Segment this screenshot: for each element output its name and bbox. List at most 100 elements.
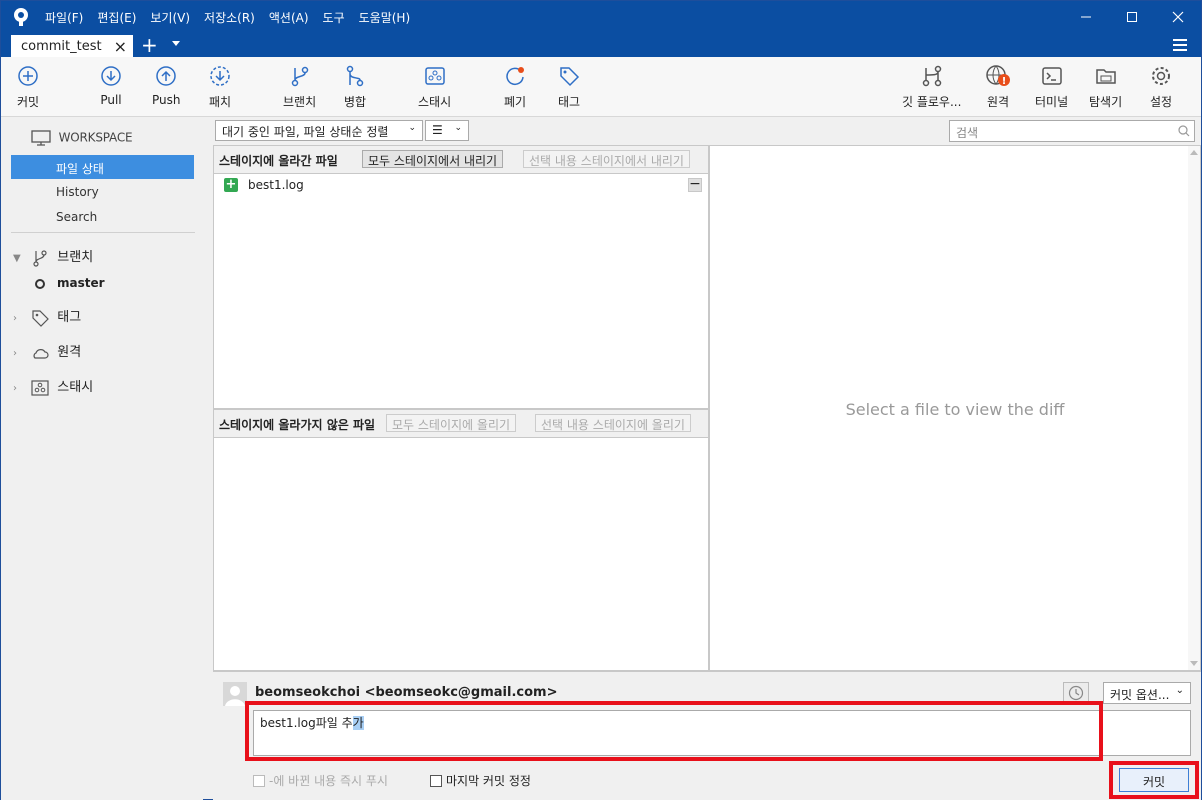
filter-bar: 대기 중인 파일, 파일 상태순 정렬 ⌄ ☰ ⌄ 검색 — [213, 117, 1201, 145]
chevron-down-icon: ⌄ — [1175, 685, 1184, 696]
stage-all-button[interactable]: 모두 스테이지에 올리기 — [386, 414, 517, 432]
staged-file-row[interactable]: + best1.log − — [214, 174, 708, 196]
tag-icon — [32, 309, 49, 327]
explorer-label: 탐색기 — [1089, 95, 1123, 109]
scroll-up-icon[interactable] — [1190, 150, 1198, 155]
commit-toolbar-button[interactable]: 커밋 — [17, 65, 39, 110]
diff-placeholder: Select a file to view the diff — [845, 400, 1065, 419]
new-tab-button[interactable]: + — [141, 33, 158, 57]
diff-scrollbar[interactable] — [1188, 146, 1200, 670]
tag-icon — [560, 67, 580, 87]
menu-repository[interactable]: 저장소(R) — [204, 9, 255, 26]
close-icon — [1172, 11, 1184, 23]
explorer-button[interactable]: 탐색기 — [1089, 65, 1122, 110]
file-name: best1.log — [248, 178, 304, 192]
menu-help[interactable]: 도움말(H) — [359, 9, 411, 26]
gear-icon — [1152, 67, 1171, 85]
close-tab-icon[interactable]: × — [114, 37, 127, 56]
chevron-down-icon: ⌄ — [454, 123, 462, 133]
commit-icon — [18, 66, 38, 86]
terminal-button[interactable]: 터미널 — [1035, 65, 1068, 110]
tag-label: 태그 — [558, 95, 581, 109]
sourcetree-window: 파일(F) 편집(E) 보기(V) 저장소(R) 액션(A) 도구 도움말(H)… — [0, 0, 1202, 800]
maximize-button[interactable] — [1109, 1, 1155, 33]
scroll-down-icon[interactable] — [1190, 661, 1198, 666]
tab-bar: commit_test × + — [1, 33, 1201, 57]
menu-actions[interactable]: 액션(A) — [269, 9, 309, 26]
remote-button[interactable]: ! 원격 — [985, 65, 1011, 110]
minimize-icon — [1081, 16, 1091, 18]
commit-options-dropdown[interactable]: 커밋 옵션... ⌄ — [1103, 682, 1191, 704]
tags-label: 태그 — [57, 310, 82, 325]
amend-checkbox[interactable]: 마지막 커밋 정정 — [430, 772, 531, 789]
sidebar-group-branches[interactable]: ▼ 브랜치 — [13, 246, 93, 267]
folder-icon — [1095, 69, 1116, 84]
menu-file[interactable]: 파일(F) — [45, 9, 83, 26]
settings-label: 설정 — [1150, 95, 1173, 109]
unstage-all-button[interactable]: 모두 스테이지에서 내리기 — [362, 150, 504, 168]
unstaged-files-header: 스테이지에 올라가지 않은 파일 모두 스테이지에 올리기 선택 내용 스테이지… — [214, 410, 708, 438]
unstage-selected-button[interactable]: 선택 내용 스테이지에서 내리기 — [523, 150, 690, 168]
minimize-button[interactable] — [1063, 1, 1109, 33]
stash-button[interactable]: 스태시 — [418, 65, 451, 110]
sidebar-group-tags[interactable]: › 태그 — [13, 306, 81, 327]
commit-toolbar-label: 커밋 — [17, 95, 40, 109]
menu-view[interactable]: 보기(V) — [150, 9, 190, 26]
search-placeholder: 검색 — [956, 126, 979, 140]
list-view-icon: ☰ — [432, 123, 443, 137]
highlight-box-commit — [1109, 761, 1199, 799]
workspace-label: WORKSPACE — [58, 130, 133, 145]
close-window-button[interactable] — [1155, 1, 1201, 33]
push-icon — [156, 66, 176, 86]
fetch-label: 패치 — [209, 95, 232, 109]
branch-label: 브랜치 — [283, 95, 317, 109]
menu-edit[interactable]: 편집(E) — [97, 9, 136, 26]
unstaged-files-panel: 스테이지에 올라가지 않은 파일 모두 스테이지에 올리기 선택 내용 스테이지… — [213, 409, 709, 671]
stage-selected-button[interactable]: 선택 내용 스테이지에 올리기 — [535, 414, 691, 432]
gitflow-button[interactable]: 깃 플로우... — [902, 65, 961, 110]
chevron-right-icon: › — [13, 313, 17, 324]
tag-button[interactable]: 태그 — [558, 65, 580, 110]
clock-icon — [1068, 685, 1084, 701]
branch-button[interactable]: 브랜치 — [283, 65, 316, 110]
user-avatar-icon — [225, 686, 245, 706]
sidebar-item-search[interactable]: Search — [11, 205, 194, 229]
gitflow-icon — [922, 65, 941, 87]
sourcetree-logo-icon — [14, 8, 28, 26]
stash-icon — [424, 67, 445, 85]
menu-tools[interactable]: 도구 — [323, 9, 345, 26]
diff-view: Select a file to view the diff — [709, 145, 1201, 671]
sort-dropdown[interactable]: 대기 중인 파일, 파일 상태순 정렬 ⌄ — [215, 120, 423, 141]
file-added-icon: + — [224, 177, 238, 192]
sidebar-item-history[interactable]: History — [11, 180, 194, 204]
sidebar-group-remotes[interactable]: › 원격 — [13, 341, 81, 362]
push-button[interactable]: Push — [152, 65, 181, 107]
sidebar-divider — [11, 232, 195, 233]
pull-label: Pull — [100, 93, 122, 107]
merge-button[interactable]: 병합 — [344, 65, 366, 110]
view-mode-dropdown[interactable]: ☰ ⌄ — [425, 120, 469, 141]
discard-icon — [506, 67, 525, 86]
tab-title: commit_test — [21, 39, 102, 54]
tab-commit-test[interactable]: commit_test × — [11, 35, 133, 57]
settings-button[interactable]: 설정 — [1150, 65, 1172, 110]
stash-label: 스태시 — [418, 95, 452, 109]
fetch-button[interactable]: 패치 — [209, 65, 231, 110]
merge-label: 병합 — [344, 95, 367, 109]
push-now-checkbox[interactable]: -에 바뀐 내용 즉시 푸시 — [253, 772, 388, 789]
terminal-icon — [1041, 67, 1062, 85]
unstage-file-icon[interactable]: − — [688, 177, 702, 192]
hamburger-menu-icon[interactable] — [1173, 39, 1187, 54]
discard-button[interactable]: 폐기 — [504, 65, 526, 110]
remote-label: 원격 — [986, 95, 1010, 109]
staged-files-panel: 스테이지에 올라간 파일 모두 스테이지에서 내리기 선택 내용 스테이지에서 … — [213, 145, 709, 409]
tab-dropdown-icon[interactable] — [172, 41, 180, 46]
branch-master[interactable]: master — [35, 276, 105, 290]
sidebar-item-file-status[interactable]: 파일 상태 — [11, 155, 194, 179]
commit-options-label: 커밋 옵션... — [1110, 688, 1170, 702]
sidebar-group-stashes[interactable]: › 스태시 — [13, 376, 93, 397]
remotes-label: 원격 — [57, 345, 82, 360]
pull-button[interactable]: Pull — [100, 65, 122, 107]
branch-icon — [291, 66, 308, 87]
search-input[interactable]: 검색 — [949, 120, 1195, 142]
